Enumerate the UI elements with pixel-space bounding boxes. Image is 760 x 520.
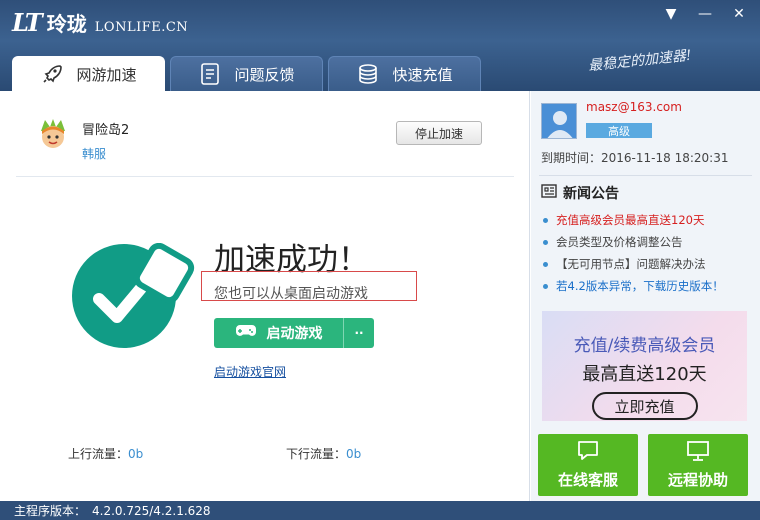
vip-promo-banner[interactable]: 充值/续费高级会员 最高直送120天 立即充值: [542, 311, 747, 421]
coins-icon: [356, 62, 380, 86]
news-item[interactable]: 会员类型及价格调整公告: [543, 231, 724, 253]
promo-line1: 充值/续费高级会员: [573, 336, 716, 356]
bullet-icon: [543, 239, 548, 245]
game-website-link[interactable]: 启动游戏官网: [214, 363, 286, 380]
tab-feedback[interactable]: 问题反馈: [170, 56, 323, 91]
recharge-now-button[interactable]: 立即充值: [591, 392, 698, 420]
window-controls: ▼ — ✕: [658, 4, 752, 24]
download-traffic-value: 0b: [346, 447, 362, 461]
tab-game-acceleration[interactable]: 网游加速: [12, 56, 165, 91]
news-list: 充值高级会员最高直送120天 会员类型及价格调整公告 【无可用节点】问题解决办法…: [543, 209, 724, 297]
divider: [539, 175, 752, 176]
side-panel: masz@163.com 高级 到期时间：2016-11-18 18:20:31…: [531, 91, 760, 501]
launch-game-button[interactable]: 启动游戏 ··: [214, 318, 374, 348]
status-bar: 主程序版本： 4.2.0.725/4.2.1.628: [0, 501, 760, 520]
title-bar: LT 玲珑 LONLIFE.CN 最稳定的加速器! ▼ — ✕ 网游加速 问题反…: [0, 0, 760, 91]
logo-mark: LT: [12, 8, 43, 37]
news-item-text: 充值高级会员最高直送120天: [556, 213, 705, 227]
user-email: masz@163.com: [586, 100, 682, 114]
upload-traffic-value: 0b: [128, 447, 144, 461]
bullet-icon: [543, 283, 548, 289]
divider: [16, 176, 514, 177]
menu-dropdown-icon[interactable]: ▼: [658, 4, 684, 24]
remote-assist-label: 远程协助: [667, 471, 728, 489]
logo-domain: LONLIFE.CN: [94, 20, 189, 35]
success-check-icon: [72, 242, 204, 349]
rocket-icon: [40, 62, 64, 86]
promo-line2: 最高直送120天: [582, 364, 707, 385]
bullet-icon: [543, 261, 548, 267]
logo-name: 玲珑: [46, 12, 87, 36]
news-header: 新闻公告: [541, 183, 619, 203]
news-item-text: 若4.2版本异常，下载历史版本！: [556, 279, 724, 293]
expire-time: 到期时间：2016-11-18 18:20:31: [541, 149, 728, 166]
tab-label: 问题反馈: [234, 65, 295, 84]
acceleration-panel: 冒险岛2 韩服 停止加速 加速成功！ 您也可以从桌面启动游戏 启动游戏 ·· 启…: [0, 91, 530, 501]
news-icon: [541, 183, 557, 203]
slogan: 最稳定的加速器!: [587, 47, 693, 75]
online-support-button[interactable]: 在线客服: [538, 434, 638, 496]
version-value: 4.2.0.725/4.2.1.628: [92, 503, 211, 518]
tab-quick-recharge[interactable]: 快速充值: [328, 56, 481, 91]
news-item[interactable]: 充值高级会员最高直送120天: [543, 209, 724, 231]
news-item-text: 会员类型及价格调整公告: [556, 235, 683, 249]
stop-acceleration-button[interactable]: 停止加速: [396, 121, 482, 145]
tab-label: 快速充值: [392, 65, 453, 84]
game-server[interactable]: 韩服: [82, 145, 106, 162]
expire-label: 到期时间：: [541, 151, 602, 165]
upload-traffic-label: 上行流量：: [68, 447, 129, 461]
document-icon: [198, 62, 222, 86]
gamepad-icon: [235, 323, 257, 343]
news-item[interactable]: 若4.2版本异常，下载历史版本！: [543, 275, 724, 297]
launch-options-button[interactable]: ··: [344, 318, 374, 348]
user-avatar-icon[interactable]: [541, 103, 577, 139]
news-item-text: 【无可用节点】问题解决办法: [556, 257, 706, 271]
monitor-icon: [686, 440, 710, 465]
game-name: 冒险岛2: [82, 123, 130, 138]
version-label: 主程序版本：: [14, 504, 87, 518]
online-support-label: 在线客服: [557, 471, 618, 489]
launch-game-label: 启动游戏: [266, 326, 323, 342]
news-title: 新闻公告: [563, 186, 619, 202]
chat-bubble-icon: [576, 440, 600, 465]
game-avatar-icon: [36, 117, 70, 151]
download-traffic: 下行流量：0b: [286, 445, 361, 462]
user-level-badge: 高级: [586, 123, 652, 138]
expire-value: 2016-11-18 18:20:31: [601, 151, 729, 165]
bullet-icon: [543, 217, 548, 223]
close-button[interactable]: ✕: [726, 4, 752, 24]
launch-game-main[interactable]: 启动游戏: [214, 318, 344, 348]
upload-traffic: 上行流量：0b: [68, 445, 143, 462]
main-tabs: 网游加速 问题反馈 快速充值: [12, 56, 481, 91]
remote-assist-button[interactable]: 远程协助: [648, 434, 748, 496]
desktop-launch-tip: 您也可以从桌面启动游戏: [214, 286, 368, 302]
tab-label: 网游加速: [76, 65, 137, 84]
minimize-button[interactable]: —: [692, 4, 718, 24]
download-traffic-label: 下行流量：: [286, 447, 347, 461]
app-logo: LT 玲珑 LONLIFE.CN: [12, 8, 188, 37]
news-item[interactable]: 【无可用节点】问题解决办法: [543, 253, 724, 275]
